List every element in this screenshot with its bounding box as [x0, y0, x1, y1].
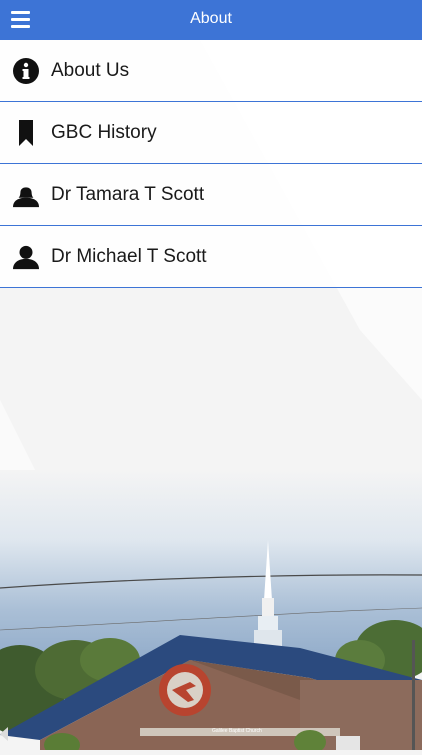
list-item-label: Dr Tamara T Scott	[51, 183, 205, 205]
person-female-icon	[13, 182, 39, 208]
top-bar: About	[0, 0, 422, 40]
page-title: About	[190, 10, 232, 27]
list-item-label: Dr Michael T Scott	[51, 245, 207, 267]
info-circle-icon	[13, 57, 39, 84]
list-item-gbc-history[interactable]: GBC History	[0, 102, 422, 164]
list-item-label: About Us	[51, 59, 130, 81]
person-icon	[13, 244, 39, 270]
back-arrow-icon[interactable]	[0, 727, 8, 741]
church-sign-text: Galilee Baptist Church	[212, 728, 262, 734]
list-item-about-us[interactable]: About Us	[0, 40, 422, 102]
bookmark-icon	[13, 119, 39, 146]
about-menu-list: About Us GBC History Dr Tamara T Scott D…	[0, 40, 422, 288]
list-item-label: GBC History	[51, 121, 157, 143]
list-item-dr-tamara-t-scott[interactable]: Dr Tamara T Scott	[0, 164, 422, 226]
list-item-dr-michael-t-scott[interactable]: Dr Michael T Scott	[0, 226, 422, 288]
